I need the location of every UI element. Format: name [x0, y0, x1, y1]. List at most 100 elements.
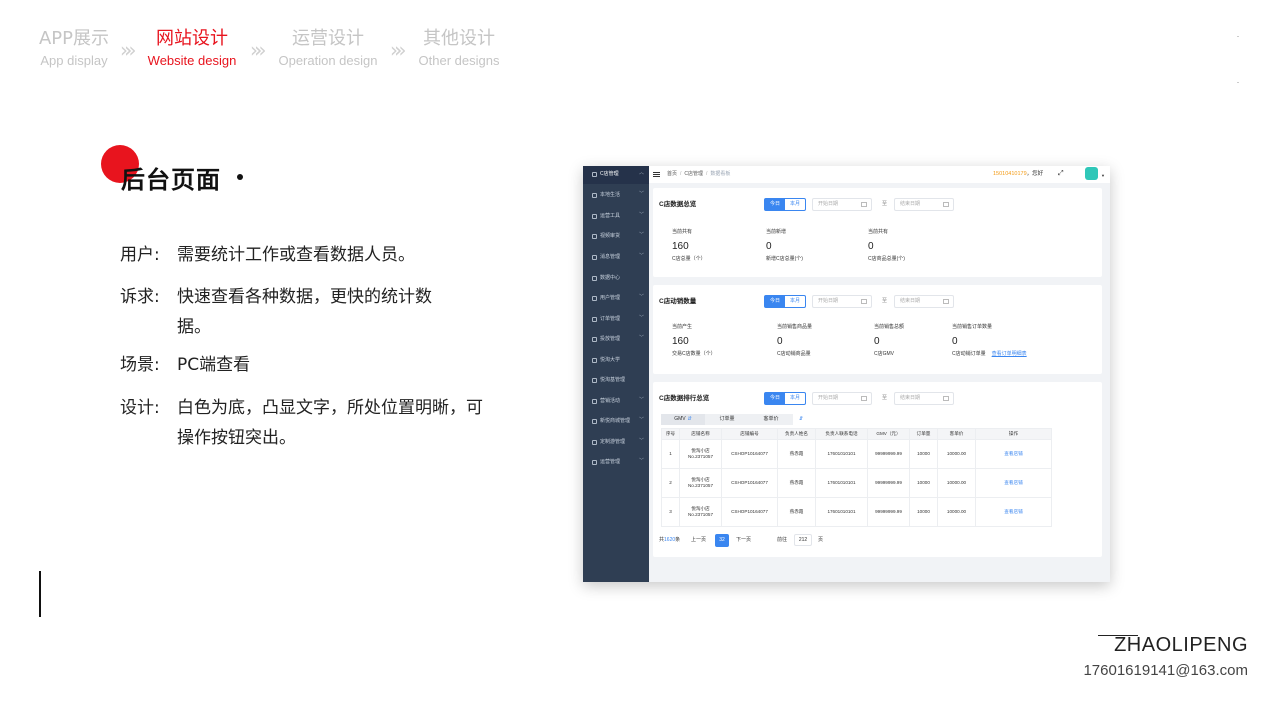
- next-page-button[interactable]: 下一页: [736, 534, 751, 547]
- desc-design: 设计: 白色为底，凸显文字，所处位置明晰，可操作按钮突出。: [120, 393, 500, 453]
- desc-value: 快速查看各种数据，更快的统计数据。: [177, 287, 432, 337]
- sidebar-item-marketing[interactable]: 营销活动 ﹀: [583, 393, 649, 411]
- sidebar-item-store[interactable]: C店管理 ︿: [583, 166, 649, 184]
- sidebar-item-user[interactable]: 用户管理 ﹀: [583, 290, 649, 308]
- table-row: 1 悦淘小店 No.2371057 CSHOP10164077 燕赤霞 1760…: [661, 439, 1052, 469]
- nav-item-website-design[interactable]: 网站设计 Website design: [145, 28, 239, 70]
- stat-block: 当前新增 0 新增C店总量(个): [766, 229, 803, 263]
- stat-value: 160: [672, 241, 689, 252]
- sidebar-item-travel[interactable]: 定制游管理 ﹀: [583, 434, 649, 452]
- toggle-today[interactable]: 今日: [765, 199, 785, 210]
- nav-item-app-display[interactable]: APP展示 App display: [38, 28, 110, 70]
- column-header: 负责人联系电话: [815, 428, 868, 440]
- cell-index: 2: [661, 468, 680, 498]
- pagination-total: 共1620条: [659, 537, 681, 543]
- toggle-month[interactable]: 本月: [785, 199, 805, 210]
- title-bullet: [237, 174, 243, 180]
- chevron-down-icon: ﹀: [639, 253, 645, 259]
- section-title: 后台页面: [121, 166, 221, 194]
- sidebar-item-operation[interactable]: 运营管理 ﹀: [583, 454, 649, 472]
- order-detail-link[interactable]: 查看订单明细表: [992, 351, 1027, 357]
- cell-phone: 17601010101: [815, 439, 868, 469]
- toggle-today[interactable]: 今日: [765, 296, 785, 307]
- start-date-input[interactable]: 开始日期: [812, 198, 872, 211]
- nav-item-sublabel: Other designs: [418, 53, 500, 68]
- menu-icon[interactable]: [653, 172, 660, 173]
- fullscreen-icon[interactable]: ⤢: [1058, 169, 1064, 178]
- nav-item-operation-design[interactable]: 运营设计 Operation design: [276, 28, 380, 70]
- view-store-link[interactable]: 查看店铺: [1004, 451, 1022, 456]
- card-store-sales: C店动销数量 今日 本月 开始日期 至 结束日期 当前产生 160 交易C店数量（个）…: [653, 285, 1102, 374]
- chevron-down-icon: ﹀: [639, 417, 645, 423]
- toggle-month[interactable]: 本月: [785, 393, 805, 404]
- stat-value: 160: [672, 336, 689, 347]
- breadcrumb-item[interactable]: 首页: [667, 171, 677, 177]
- sidebar-item-order[interactable]: 订单管理 ﹀: [583, 311, 649, 329]
- end-date-input[interactable]: 结束日期: [894, 295, 954, 308]
- end-date-input[interactable]: 结束日期: [894, 392, 954, 405]
- stat-label: 当前销售订单数量: [952, 324, 993, 330]
- chevron-down-icon: ﹀: [639, 232, 645, 238]
- breadcrumb: 首页 / C店管理 / 数据看板: [667, 171, 730, 178]
- breadcrumb-item[interactable]: C店管理: [684, 171, 703, 177]
- user-phone: 15010410179: [993, 171, 1027, 177]
- stat-sub: C店GMV: [874, 351, 895, 357]
- table-row: 3 悦淘小店 No.2371057 CSHOP10164077 燕赤霞 1760…: [661, 497, 1052, 527]
- sidebar-item-label: 营销活动: [600, 398, 621, 404]
- start-date-input[interactable]: 开始日期: [812, 295, 872, 308]
- sidebar-item-label: 消息管理: [600, 254, 621, 260]
- sidebar-item-label: 视频审货: [600, 233, 621, 239]
- cell-owner: 燕赤霞: [777, 468, 816, 498]
- sidebar-item-tools[interactable]: 运营工具 ﹀: [583, 208, 649, 226]
- toggle-month[interactable]: 本月: [785, 296, 805, 307]
- sidebar-item-delivery[interactable]: 投放管理 ﹀: [583, 331, 649, 349]
- desc-key: 诉求:: [120, 287, 160, 307]
- user-greeting: 15010410179，您好: [993, 171, 1043, 178]
- calendar-icon: [861, 396, 867, 401]
- chevron-down-icon: ﹀: [639, 191, 645, 197]
- tab-orders[interactable]: 订单量: [705, 414, 749, 425]
- sidebar-item-message[interactable]: 消息管理 ﹀: [583, 249, 649, 267]
- card-title: C店动销数量: [659, 298, 697, 305]
- sidebar-item-data[interactable]: 数据中心: [583, 270, 649, 288]
- prev-page-button[interactable]: 上一页: [691, 534, 706, 547]
- tab-avg-price[interactable]: 客单价: [749, 414, 793, 425]
- end-date-input[interactable]: 结束日期: [894, 198, 954, 211]
- goto-page-input[interactable]: 212: [794, 534, 812, 546]
- video-icon: [592, 234, 597, 239]
- sidebar-item-life[interactable]: 本地生活 ﹀: [583, 187, 649, 205]
- sidebar-item-mall[interactable]: 新悦商城管理 ﹀: [583, 413, 649, 431]
- greeting-text: ，您好: [1026, 171, 1044, 177]
- sidebar-item-base[interactable]: 悦淘基管理: [583, 372, 649, 390]
- caret-down-icon[interactable]: ▼: [1101, 173, 1105, 178]
- start-date-input[interactable]: 开始日期: [812, 392, 872, 405]
- view-store-link[interactable]: 查看店铺: [1004, 509, 1022, 514]
- stat-block: 当前销售订单数量 0 C店动销订单量 查看订单明细表: [952, 324, 1027, 358]
- desc-value: 白色为底，凸显文字，所处位置明晰，可操作按钮突出。: [177, 398, 483, 448]
- sidebar-item-video[interactable]: 视频审货 ﹀: [583, 228, 649, 246]
- stat-sub: C店动销订单量 查看订单明细表: [952, 351, 1027, 357]
- view-store-link[interactable]: 查看店铺: [1004, 480, 1022, 485]
- column-header: 店铺编号: [721, 428, 778, 440]
- sidebar-item-label: 运营管理: [600, 459, 621, 465]
- chevron-down-icon: ﹀: [639, 212, 645, 218]
- stat-block: 当前销售商品量 0 C店动销商品量: [777, 324, 812, 358]
- page-number-current[interactable]: 32: [715, 534, 729, 547]
- sort-icon[interactable]: ⇵: [799, 414, 803, 425]
- edge-mark: [1237, 36, 1239, 37]
- date-separator: 至: [882, 298, 888, 304]
- tab-gmv[interactable]: GMV ⇵: [661, 414, 705, 425]
- nav-item-other-designs[interactable]: 其他设计 Other designs: [416, 28, 502, 70]
- desc-value: PC端查看: [177, 355, 251, 375]
- stat-value: 0: [874, 336, 880, 347]
- chevron-down-icon: ﹀: [639, 438, 645, 444]
- stat-sub: 交易C店数量（个）: [672, 351, 716, 357]
- nav-item-label: 其他设计: [423, 28, 495, 49]
- stat-sub: C店总量（个）: [672, 256, 706, 262]
- column-header: 序号: [661, 428, 680, 440]
- toggle-today[interactable]: 今日: [765, 393, 785, 404]
- avatar[interactable]: [1085, 167, 1098, 180]
- stat-value: 0: [952, 336, 958, 347]
- cell-phone: 17601010101: [815, 468, 868, 498]
- sidebar-item-school[interactable]: 悦淘大学: [583, 352, 649, 370]
